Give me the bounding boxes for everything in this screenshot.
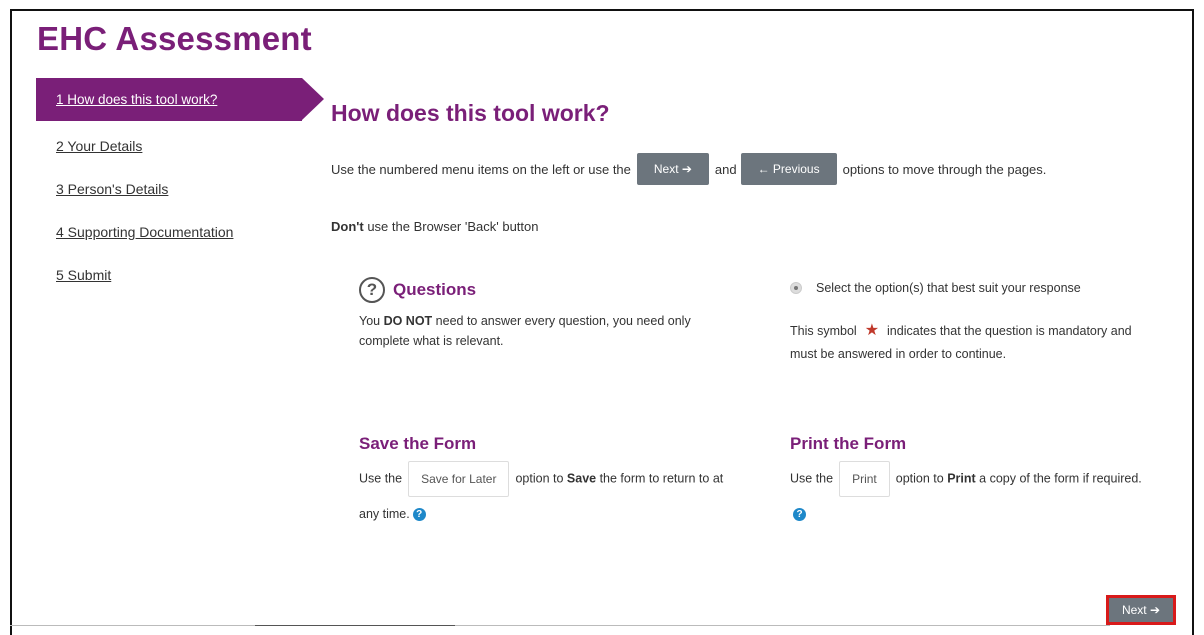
save-text: Use the Save for Later option to Save the … xyxy=(359,461,739,531)
questions-text-bold: DO NOT xyxy=(383,314,433,328)
sidebar-item-persons-details[interactable]: 3 Person's Details xyxy=(36,178,326,200)
bottom-divider-accent xyxy=(255,625,455,626)
warning-bold: Don't xyxy=(331,219,364,234)
print-button[interactable]: Print xyxy=(839,461,890,497)
print-section: Print the Form Use the Print option to Pri… xyxy=(790,427,1150,531)
radio-example-row: Select the option(s) that best suit your… xyxy=(790,277,1150,299)
save-for-later-button[interactable]: Save for Later xyxy=(408,461,510,497)
print-after: a copy of the form if required. xyxy=(975,471,1142,486)
questions-text-before: You xyxy=(359,314,384,328)
app-title: EHC Assessment xyxy=(37,20,312,57)
print-option-to: option to xyxy=(895,471,948,486)
print-use-the: Use the xyxy=(790,471,834,486)
print-help-icon[interactable]: ? xyxy=(793,508,806,522)
save-option-to: option to xyxy=(515,471,567,486)
intro-before: Use the numbered menu items on the left … xyxy=(331,161,631,177)
save-section: Save the Form Use the Save for Later optio… xyxy=(359,427,739,531)
print-heading: Print the Form xyxy=(790,434,907,453)
sidebar-item-supporting-documentation[interactable]: 4 Supporting Documentation xyxy=(36,221,326,243)
inline-previous-button[interactable]: ← Previous xyxy=(740,153,837,185)
inline-next-button[interactable]: Next ➔ xyxy=(636,153,709,185)
save-use-the: Use the xyxy=(359,471,403,486)
warning-text: use the Browser 'Back' button xyxy=(363,219,539,234)
next-button[interactable]: Next ➔ xyxy=(1106,595,1176,625)
mandatory-star-icon: ★ xyxy=(864,322,880,339)
questions-heading: ? Questions xyxy=(359,277,729,303)
back-button-warning: Don't use the Browser 'Back' button xyxy=(331,219,538,234)
radio-example-icon xyxy=(790,282,802,294)
page-title: How does this tool work? xyxy=(331,100,610,126)
questions-text: You DO NOT need to answer every question… xyxy=(359,311,729,351)
sidebar-item-your-details[interactable]: 2 Your Details xyxy=(36,135,326,157)
sidebar-item-how-it-works[interactable]: 1 How does this tool work? xyxy=(36,78,324,121)
bottom-divider xyxy=(10,625,1110,626)
intro-and: and xyxy=(714,161,737,177)
save-help-icon[interactable]: ? xyxy=(412,508,426,522)
intro-text: Use the numbered menu items on the left … xyxy=(331,153,1046,185)
print-text: Use the Print option to Print a copy of th… xyxy=(790,461,1150,531)
mandatory-symbol-text: This symbol ★ indicates that the question … xyxy=(790,319,1150,366)
question-mark-icon: ? xyxy=(359,277,385,303)
symbol-text-before: This symbol xyxy=(790,324,857,338)
questions-heading-text: Questions xyxy=(393,280,477,299)
print-bold: Print xyxy=(947,471,976,486)
options-section: Select the option(s) that best suit your… xyxy=(790,277,1150,366)
save-bold: Save xyxy=(566,471,597,486)
sidebar-item-submit[interactable]: 5 Submit xyxy=(36,264,326,286)
questions-section: ? Questions You DO NOT need to answer ev… xyxy=(359,277,729,351)
sidebar: 1 How does this tool work? 2 Your Detail… xyxy=(36,78,326,307)
radio-example-text: Select the option(s) that best suit your… xyxy=(816,281,1081,295)
save-heading: Save the Form xyxy=(359,434,477,453)
intro-after: options to move through the pages. xyxy=(842,161,1047,177)
